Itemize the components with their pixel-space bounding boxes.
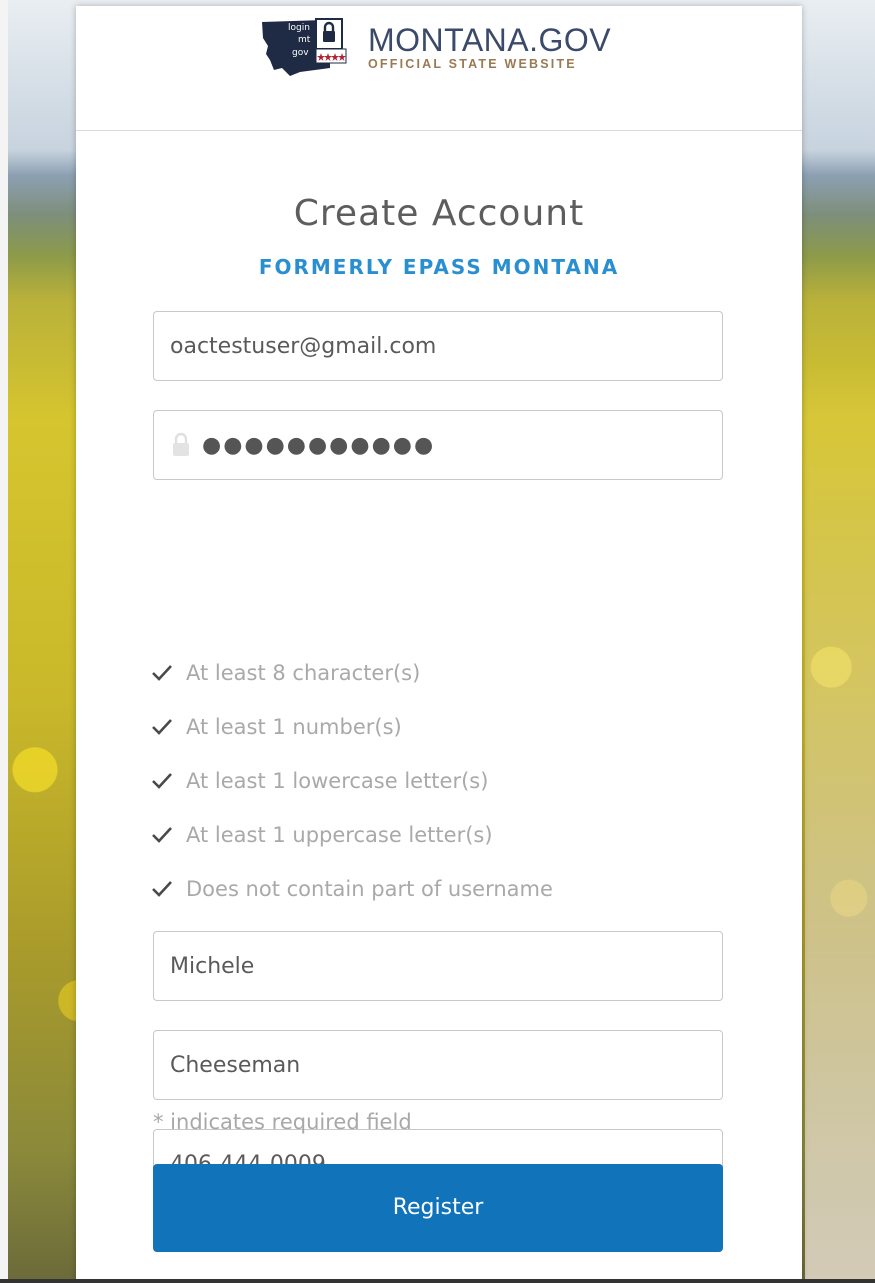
card-header: login mt gov MONTANA.GOV OFFICIAL STATE … — [76, 6, 802, 131]
password-value: ●●●●●●●●●●● — [202, 432, 436, 458]
last-name-value: Cheeseman — [170, 1052, 301, 1078]
logo-badge-line-1: login — [288, 23, 310, 33]
check-icon — [152, 719, 172, 735]
logo-title: MONTANA.GOV — [368, 21, 612, 58]
first-name-field[interactable]: Michele — [153, 931, 723, 1001]
requirement-label: At least 8 character(s) — [186, 661, 421, 685]
check-icon — [152, 827, 172, 843]
requirement-label: At least 1 uppercase letter(s) — [186, 823, 493, 847]
last-name-field[interactable]: Cheeseman — [153, 1030, 723, 1100]
email-field[interactable]: oactestuser@gmail.com — [153, 311, 723, 381]
required-field-note: * indicates required field — [153, 1110, 412, 1134]
montana-gov-logo[interactable]: login mt gov MONTANA.GOV OFFICIAL STATE … — [260, 14, 620, 80]
check-icon — [152, 881, 172, 897]
requirement-label: Does not contain part of username — [186, 877, 553, 901]
page-title: Create Account — [293, 193, 585, 234]
requirement-item: At least 1 lowercase letter(s) — [150, 754, 750, 808]
password-requirements: At least 8 character(s) At least 1 numbe… — [150, 646, 750, 916]
requirement-label: At least 1 number(s) — [186, 715, 402, 739]
logo-badge-line-2: mt — [298, 35, 311, 45]
requirement-item: At least 8 character(s) — [150, 646, 750, 700]
login-mt-gov-badge-icon: login mt gov — [260, 16, 360, 78]
create-account-card: login mt gov MONTANA.GOV OFFICIAL STATE … — [76, 6, 802, 1283]
check-icon — [152, 773, 172, 789]
password-field[interactable]: ●●●●●●●●●●● — [153, 410, 723, 480]
requirement-item: Does not contain part of username — [150, 862, 750, 916]
register-button[interactable]: Register — [153, 1164, 723, 1252]
lock-icon — [173, 432, 189, 456]
logo-badge-line-3: gov — [292, 48, 309, 58]
requirement-label: At least 1 lowercase letter(s) — [186, 769, 489, 793]
logo-subtitle: OFFICIAL STATE WEBSITE — [368, 56, 577, 71]
background-path — [805, 360, 875, 1283]
check-icon — [152, 665, 172, 681]
background-edge — [0, 0, 8, 1283]
logo-text: MONTANA.GOV OFFICIAL STATE WEBSITE — [368, 24, 611, 71]
first-name-value: Michele — [170, 953, 255, 979]
email-value: oactestuser@gmail.com — [170, 333, 437, 359]
requirement-item: At least 1 uppercase letter(s) — [150, 808, 750, 862]
requirement-item: At least 1 number(s) — [150, 700, 750, 754]
bottom-border — [0, 1279, 875, 1283]
page-subtitle: FORMERLY EPASS MONTANA — [258, 255, 620, 279]
